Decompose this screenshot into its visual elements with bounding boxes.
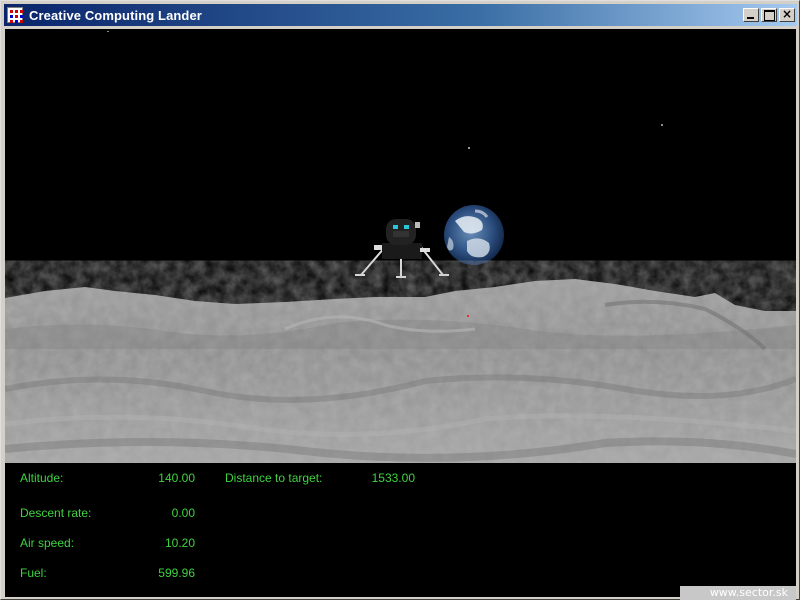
app-grid-icon[interactable] <box>7 7 23 23</box>
earth-planet <box>444 205 504 265</box>
air-speed-value: 10.20 <box>164 536 195 550</box>
lunar-scene <box>5 31 796 463</box>
star <box>107 31 109 32</box>
lunar-terrain <box>5 279 796 463</box>
flight-hud: Altitude: 140.00 Distance to target: 153… <box>5 463 796 597</box>
window-title: Creative Computing Lander <box>29 7 202 23</box>
fuel-label: Fuel: <box>20 566 47 580</box>
altitude-value: 140.00 <box>158 471 195 485</box>
altitude-label: Altitude: <box>20 471 64 485</box>
fuel-value: 599.96 <box>158 566 195 580</box>
distance-value: 1533.00 <box>371 471 415 485</box>
landing-target-marker <box>467 315 469 317</box>
star <box>661 124 663 126</box>
maximize-button[interactable] <box>761 8 777 22</box>
minimize-button[interactable] <box>743 8 759 22</box>
lunar-lander <box>355 219 449 278</box>
descent-rate-value: 0.00 <box>171 506 195 520</box>
air-speed-label: Air speed: <box>20 536 75 550</box>
title-bar[interactable]: Creative Computing Lander × <box>4 4 797 26</box>
distance-label: Distance to target: <box>225 471 323 485</box>
game-viewport[interactable] <box>5 29 796 463</box>
app-window: Creative Computing Lander × Altitude: 14… <box>0 0 800 600</box>
watermark: www.sector.sk <box>679 586 796 600</box>
star <box>468 147 470 149</box>
close-button[interactable]: × <box>779 8 795 22</box>
descent-rate-label: Descent rate: <box>20 506 92 520</box>
